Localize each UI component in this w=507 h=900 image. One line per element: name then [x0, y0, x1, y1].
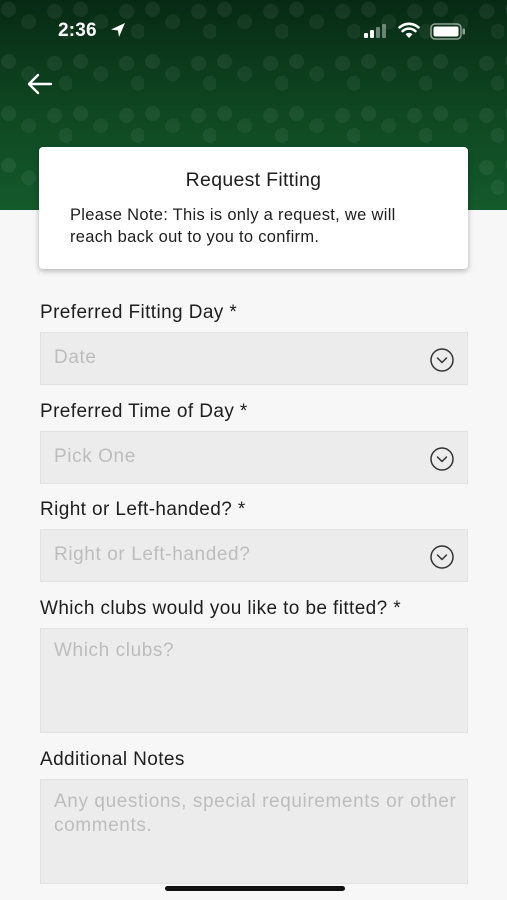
- request-fitting-card: Request Fitting Please Note: This is onl…: [39, 147, 468, 269]
- clubs-textarea[interactable]: Which clubs?: [40, 628, 468, 733]
- notes-textarea[interactable]: Any questions, special requirements or o…: [40, 779, 468, 884]
- handedness-label: Right or Left-handed? *: [40, 499, 246, 520]
- fitting-day-select[interactable]: Date: [40, 332, 468, 385]
- card-title: Request Fitting: [185, 169, 322, 191]
- status-bar: 2:36: [0, 0, 507, 62]
- time-of-day-placeholder: Pick One: [54, 446, 136, 467]
- status-time: 2:36: [58, 20, 97, 41]
- clubs-label: Which clubs would you like to be fitted?…: [40, 598, 402, 619]
- time-of-day-label: Preferred Time of Day *: [40, 401, 248, 422]
- chevron-down-circle-icon[interactable]: [429, 544, 455, 570]
- cellular-signal-icon: [364, 24, 386, 38]
- battery-icon: [430, 23, 465, 40]
- notes-placeholder: Any questions, special requirements or o…: [54, 791, 457, 836]
- fitting-day-placeholder: Date: [54, 347, 97, 368]
- handedness-select[interactable]: Right or Left-handed?: [40, 529, 468, 582]
- fitting-day-label: Preferred Fitting Day *: [40, 302, 238, 323]
- chevron-down-circle-icon[interactable]: [429, 347, 455, 373]
- wifi-icon: [398, 22, 420, 38]
- handedness-placeholder: Right or Left-handed?: [54, 544, 251, 565]
- location-arrow-icon: [111, 23, 125, 37]
- card-note: Please Note: This is only a request, we …: [70, 206, 396, 246]
- notes-label: Additional Notes: [40, 749, 185, 770]
- arrow-left-icon[interactable]: [24, 68, 56, 100]
- chevron-down-circle-icon[interactable]: [429, 446, 455, 472]
- home-indicator[interactable]: [165, 886, 345, 891]
- time-of-day-select[interactable]: Pick One: [40, 431, 468, 484]
- clubs-placeholder: Which clubs?: [54, 640, 175, 661]
